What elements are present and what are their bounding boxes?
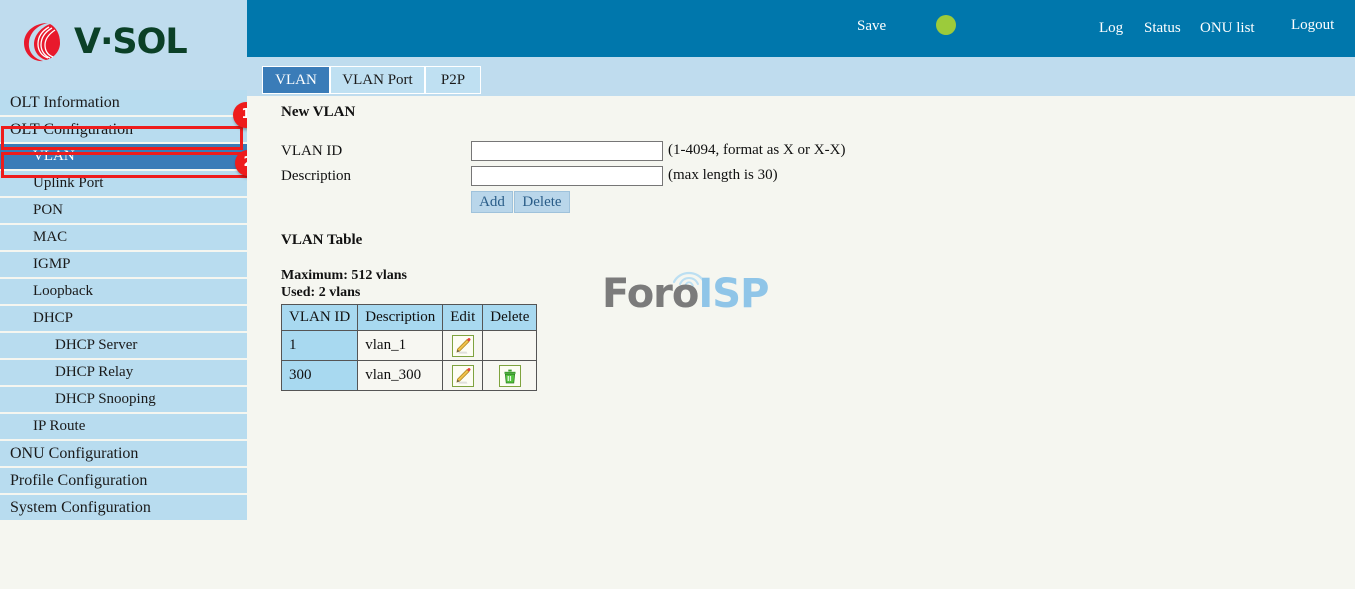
cell-edit	[442, 360, 484, 391]
new-vlan-heading: New VLAN	[281, 104, 356, 120]
sidebar-item-uplink-port[interactable]: Uplink Port	[0, 171, 247, 196]
vsol-swirl-icon	[18, 18, 66, 66]
description-hint: (max length is 30)	[668, 167, 778, 183]
watermark-foro: Foro	[602, 271, 699, 317]
cell-description: vlan_1	[357, 330, 444, 361]
save-button[interactable]: Save	[857, 18, 886, 35]
table-header-row: VLAN ID Description Edit Delete	[280, 304, 538, 331]
description-input[interactable]	[471, 166, 663, 186]
maximum-vlans-text: Maximum: 512 vlans	[281, 268, 407, 283]
cell-vlan-id: 1	[280, 330, 359, 361]
cell-vlan-id: 300	[280, 360, 359, 391]
status-link[interactable]: Status	[1144, 20, 1181, 37]
sidebar-item-dhcp-snooping[interactable]: DHCP Snooping	[0, 387, 247, 412]
tab-vlan-port[interactable]: VLAN Port	[330, 66, 425, 94]
sidebar-item-onu-configuration[interactable]: ONU Configuration	[0, 441, 247, 466]
watermark-text: ForoISP	[602, 271, 769, 317]
logo-panel: V·SOL	[0, 0, 247, 90]
pencil-edit-icon[interactable]	[451, 334, 474, 357]
sidebar-item-olt-configuration[interactable]: OLT Configuration	[0, 117, 247, 142]
vlan-id-input[interactable]	[471, 141, 663, 161]
column-header-description: Description	[357, 304, 444, 331]
tab-vlan[interactable]: VLAN	[262, 66, 330, 94]
sidebar-item-dhcp[interactable]: DHCP	[0, 306, 247, 331]
description-label: Description	[281, 168, 351, 184]
add-button[interactable]: Add	[471, 191, 513, 213]
sidebar-item-system-configuration[interactable]: System Configuration	[0, 495, 247, 520]
sidebar-item-vlan[interactable]: VLAN	[0, 144, 247, 169]
cell-delete	[482, 360, 538, 391]
column-header-vlan-id: VLAN ID	[280, 304, 359, 331]
brand-logo[interactable]: V·SOL	[18, 18, 188, 66]
sidebar-item-ip-route[interactable]: IP Route	[0, 414, 247, 439]
sidebar-item-loopback[interactable]: Loopback	[0, 279, 247, 304]
vlan-id-label: VLAN ID	[281, 143, 343, 159]
delete-button[interactable]: Delete	[514, 191, 570, 213]
sidebar-nav: OLT Information OLT Configuration VLAN U…	[0, 90, 247, 522]
logout-link[interactable]: Logout	[1291, 17, 1334, 34]
vlan-table: VLAN ID Description Edit Delete 1 vlan_1	[280, 304, 538, 391]
cell-description: vlan_300	[357, 360, 444, 391]
tab-bar: VLAN VLAN Port P2P	[247, 57, 1355, 96]
status-indicator-icon	[936, 15, 956, 35]
sidebar-item-igmp[interactable]: IGMP	[0, 252, 247, 277]
wifi-antenna-icon	[672, 271, 706, 287]
main-content: New VLAN VLAN ID (1-4094, format as X or…	[247, 96, 1355, 589]
sidebar-item-dhcp-relay[interactable]: DHCP Relay	[0, 360, 247, 385]
foroisp-watermark: ForoISP	[602, 262, 782, 322]
sidebar-item-dhcp-server[interactable]: DHCP Server	[0, 333, 247, 358]
top-header-bar: Save Log Status ONU list Logout	[247, 0, 1355, 57]
onu-list-link[interactable]: ONU list	[1200, 20, 1255, 37]
tab-p2p[interactable]: P2P	[425, 66, 481, 94]
table-row: 300 vlan_300	[280, 360, 538, 391]
app-window: V·SOL Save Log Status ONU list Logout VL…	[0, 0, 1355, 589]
column-header-edit: Edit	[442, 304, 484, 331]
vlan-id-hint: (1-4094, format as X or X-X)	[668, 142, 846, 158]
cell-delete	[482, 330, 538, 361]
trash-delete-icon[interactable]	[498, 364, 521, 387]
used-vlans-text: Used: 2 vlans	[281, 285, 361, 300]
watermark-isp: ISP	[698, 271, 769, 317]
vlan-table-heading: VLAN Table	[281, 232, 363, 248]
brand-name: V·SOL	[74, 21, 188, 62]
log-link[interactable]: Log	[1099, 20, 1123, 37]
sidebar-item-pon[interactable]: PON	[0, 198, 247, 223]
pencil-edit-icon[interactable]	[451, 364, 474, 387]
table-row: 1 vlan_1	[280, 330, 538, 361]
sidebar-item-olt-information[interactable]: OLT Information	[0, 90, 247, 115]
sidebar-item-profile-configuration[interactable]: Profile Configuration	[0, 468, 247, 493]
cell-edit	[442, 330, 484, 361]
column-header-delete: Delete	[482, 304, 538, 331]
sidebar-item-mac[interactable]: MAC	[0, 225, 247, 250]
